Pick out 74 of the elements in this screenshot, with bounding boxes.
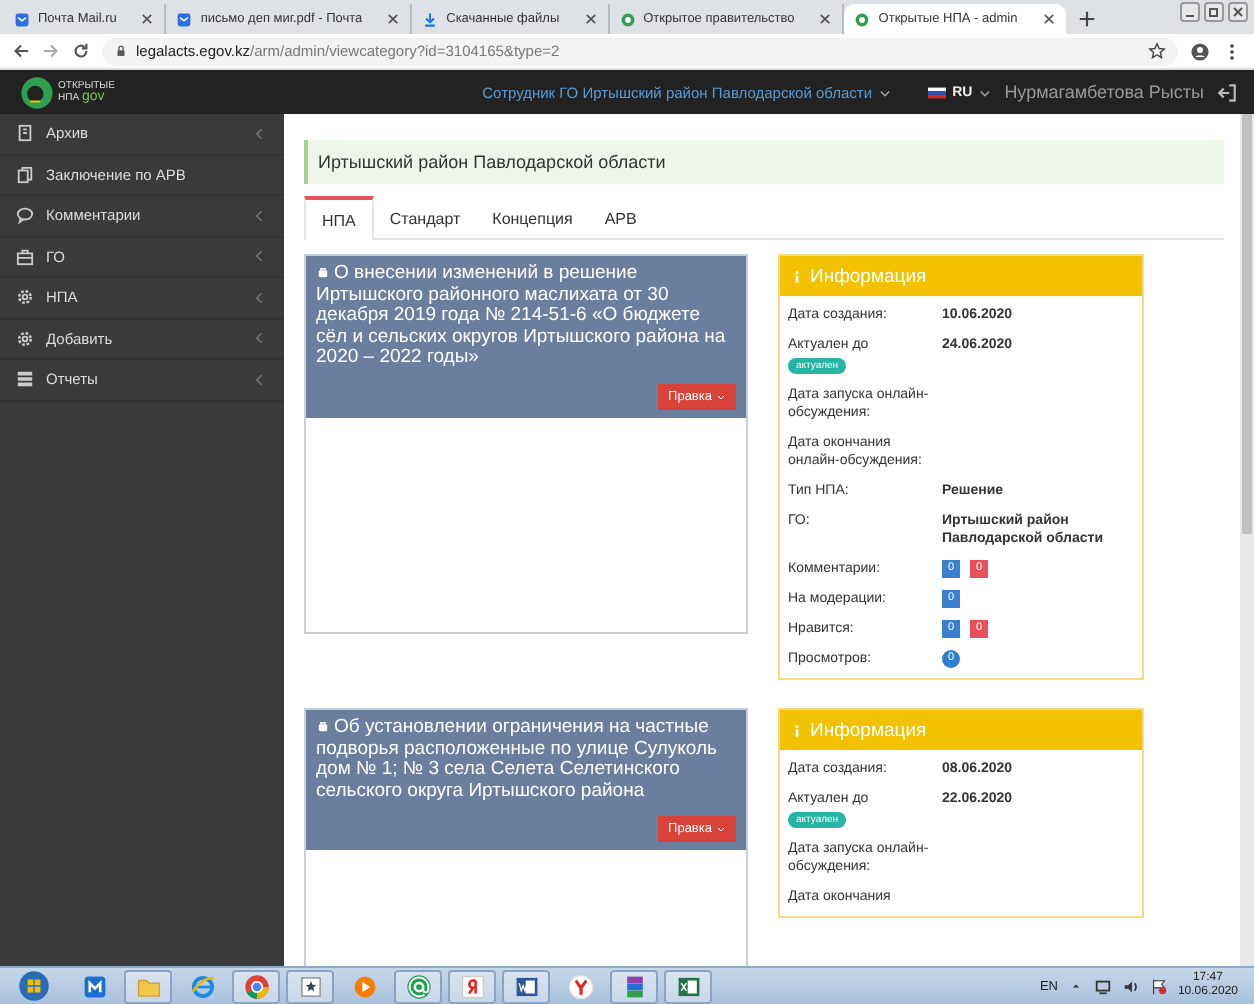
back-icon[interactable] <box>12 42 30 60</box>
taskbar-button[interactable] <box>394 969 442 1003</box>
spreadsheet-icon <box>675 973 701 999</box>
caret-icon <box>978 85 993 99</box>
gear-icon <box>16 329 34 348</box>
close-icon[interactable] <box>386 12 401 26</box>
stacked-books-icon <box>621 973 647 999</box>
tab[interactable]: НПА <box>304 196 374 240</box>
chevron-icon <box>252 207 268 224</box>
tab[interactable]: Стандарт <box>373 196 477 238</box>
volume-icon[interactable] <box>1121 977 1140 995</box>
network-icon[interactable] <box>1093 977 1112 995</box>
act-title: Об установлении ограничения на частные подворья расположенные по улице Сулуколь дом № 1; № 3 села Селета Селетинского сельского округа Иртышского района <box>316 718 719 802</box>
briefcase-icon <box>16 247 34 266</box>
letter-square-icon <box>459 973 485 999</box>
start-button-icon[interactable] <box>18 970 50 1002</box>
minimize-icon[interactable] <box>1180 2 1200 22</box>
close-icon[interactable] <box>140 12 155 26</box>
flag-icon[interactable] <box>1149 977 1168 995</box>
taskbar-button[interactable] <box>232 969 280 1003</box>
bag-icon <box>316 720 330 734</box>
taskbar-button[interactable] <box>448 969 496 1003</box>
m-square-icon <box>81 973 107 999</box>
flag-icon <box>928 83 947 101</box>
taskbar-button[interactable] <box>286 969 334 1003</box>
bookmark-star-icon[interactable] <box>1148 42 1166 60</box>
bag-icon <box>316 266 330 280</box>
document-icon <box>16 124 34 143</box>
envelope-icon <box>176 11 193 27</box>
chevron-icon <box>252 289 268 306</box>
chevron-icon <box>252 330 268 347</box>
info-title: Информация <box>810 719 927 741</box>
gear-icon <box>16 288 34 307</box>
download-icon <box>422 11 439 27</box>
close-icon[interactable] <box>1228 2 1248 22</box>
account-icon[interactable] <box>1190 41 1210 61</box>
chevron-icon <box>252 248 268 265</box>
chevron-icon <box>252 125 268 142</box>
ring-icon <box>619 11 636 27</box>
caret-icon <box>878 85 893 99</box>
ring-icon <box>854 11 871 27</box>
copy-icon <box>16 165 34 184</box>
e-globe-icon <box>189 973 215 999</box>
play-icon <box>351 973 377 999</box>
close-icon[interactable] <box>1041 12 1056 26</box>
act-title: О внесении изменений в решение Иртышского районного маслихата от 30 декабря 2019 года № 214-51-6 «О бюджете сёл и сельских округов Иртышского района на 2020 – 2022 годы» <box>316 264 728 369</box>
word-document-icon <box>513 973 539 999</box>
tab[interactable]: АРВ <box>588 196 653 238</box>
taskbar-button[interactable] <box>502 969 550 1003</box>
star-square-icon <box>297 973 323 999</box>
comment-icon <box>16 206 34 225</box>
info-icon <box>790 269 804 283</box>
user-name: Нурмагамбетова Рысты <box>1004 82 1204 102</box>
info-icon <box>790 723 804 737</box>
close-icon[interactable] <box>583 12 598 26</box>
logout-icon[interactable] <box>1216 81 1238 103</box>
info-title: Информация <box>810 265 927 287</box>
taskbar-button[interactable] <box>664 969 712 1003</box>
taskbar-button[interactable] <box>610 969 658 1003</box>
chrome-icon <box>243 973 269 999</box>
at-sign-icon <box>405 973 431 999</box>
chevron-icon <box>252 371 268 388</box>
restore-icon[interactable] <box>1204 2 1224 22</box>
page-title: Иртышский район Павлодарской области <box>304 140 1224 184</box>
tab[interactable]: Концепция <box>476 196 589 238</box>
envelope-icon <box>14 11 30 27</box>
new-tab-icon[interactable] <box>1077 10 1096 28</box>
list-icon <box>16 370 34 389</box>
logo-icon <box>20 75 54 109</box>
y-circle-icon <box>567 973 593 999</box>
scrollbar-thumb[interactable] <box>1242 114 1252 534</box>
close-icon[interactable] <box>818 12 833 26</box>
lock-icon <box>114 44 128 58</box>
reload-icon[interactable] <box>72 42 90 60</box>
